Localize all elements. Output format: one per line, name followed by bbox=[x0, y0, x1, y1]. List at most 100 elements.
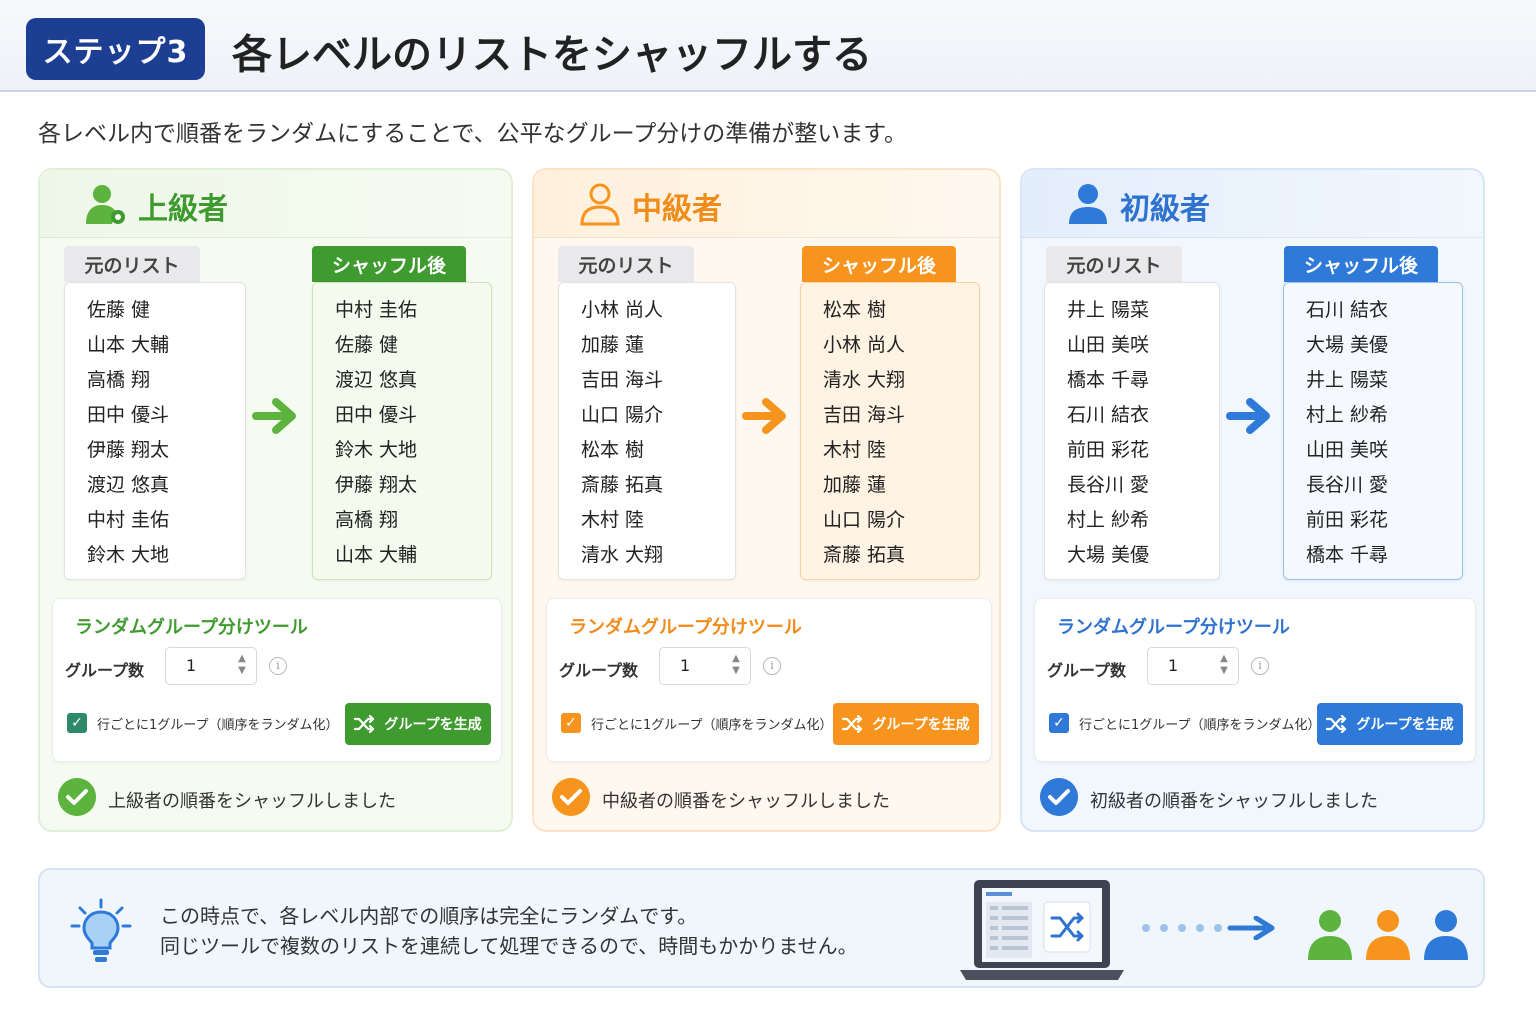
user-icon bbox=[1069, 184, 1107, 224]
list-item: 吉田 海斗 bbox=[581, 369, 664, 391]
status-message: 上級者の順番をシャッフルしました bbox=[108, 791, 396, 812]
user-outline-icon bbox=[580, 183, 620, 226]
original-list-label: 元のリスト bbox=[558, 246, 694, 282]
list-item: 加藤 蓮 bbox=[581, 334, 645, 356]
generate-button-label: グループを生成 bbox=[384, 717, 482, 733]
list-item: 大場 美優 bbox=[1067, 544, 1150, 566]
list-item: 山口 陽介 bbox=[823, 509, 906, 531]
list-item: 佐藤 健 bbox=[87, 299, 151, 321]
group-count-label: グループ数 bbox=[559, 661, 639, 680]
person-icon bbox=[1424, 910, 1468, 960]
list-item: 大場 美優 bbox=[1306, 334, 1389, 356]
shuffle-icon bbox=[354, 715, 375, 733]
list-item: 石川 結衣 bbox=[1067, 404, 1150, 426]
list-item: 中村 圭佑 bbox=[87, 509, 170, 531]
group-count-value: 1 bbox=[186, 656, 197, 675]
generate-groups-button[interactable]: グループを生成 bbox=[345, 703, 491, 745]
group-tool: ランダムグループ分けツール グループ数 1 ▲ ▼ i ✓ 行ごとに1グループ（順… bbox=[1034, 598, 1476, 762]
user-gear-icon bbox=[86, 185, 125, 224]
info-icon[interactable]: i bbox=[763, 657, 781, 675]
check-circle-icon bbox=[1040, 778, 1078, 816]
chevron-up-down-icon[interactable]: ▲ ▼ bbox=[1218, 653, 1230, 679]
list-item: 清水 大翔 bbox=[581, 544, 664, 566]
list-item: 木村 陸 bbox=[581, 509, 645, 531]
list-item: 山口 陽介 bbox=[581, 404, 664, 426]
list-item: 山本 大輔 bbox=[335, 544, 418, 566]
generate-button-label: グループを生成 bbox=[872, 717, 970, 733]
check-circle-icon bbox=[58, 778, 96, 816]
level-panel: 初級者 元のリスト シャッフル後 井上 陽菜 山田 美咲 橋本 千尋 石川 結衣 前田 … bbox=[1020, 168, 1485, 832]
level-panel: 上級者 元のリスト シャッフル後 佐藤 健山本 大輔 高橋 翔 田中 優斗伊藤 翔太… bbox=[38, 168, 513, 832]
list-item: 前田 彩花 bbox=[1306, 509, 1389, 531]
list-item: 加藤 蓮 bbox=[823, 474, 887, 496]
group-count-stepper[interactable]: 1 ▲ ▼ bbox=[659, 647, 751, 685]
checkbox-label: 行ごとに1グループ（順序をランダム化） bbox=[591, 718, 833, 733]
level-header: 初級者 bbox=[1022, 170, 1483, 238]
status-message: 中級者の順番をシャッフルしました bbox=[602, 791, 890, 812]
chevron-up-down-icon[interactable]: ▲ ▼ bbox=[730, 653, 742, 679]
shuffled-list-label: シャッフル後 bbox=[1284, 246, 1438, 282]
tool-title: ランダムグループ分けツール bbox=[569, 617, 802, 638]
generate-groups-button[interactable]: グループを生成 bbox=[833, 703, 979, 745]
header: ステップ3 各レベルのリストをシャッフルする bbox=[0, 0, 1536, 92]
group-count-stepper[interactable]: 1 ▲ ▼ bbox=[165, 647, 257, 685]
group-count-value: 1 bbox=[1168, 656, 1179, 675]
level-title: 中級者 bbox=[632, 192, 722, 227]
group-count-label: グループ数 bbox=[1047, 661, 1127, 680]
tool-title: ランダムグループ分けツール bbox=[75, 617, 308, 638]
level-header: 上級者 bbox=[40, 170, 511, 238]
original-list-label: 元のリスト bbox=[1046, 246, 1182, 282]
status-message: 初級者の順番をシャッフルしました bbox=[1090, 791, 1378, 812]
list-item: 佐藤 健 bbox=[335, 334, 399, 356]
group-count-stepper[interactable]: 1 ▲ ▼ bbox=[1147, 647, 1239, 685]
list-item: 小林 尚人 bbox=[581, 299, 664, 321]
info-icon[interactable]: i bbox=[269, 657, 287, 675]
tool-title: ランダムグループ分けツール bbox=[1057, 617, 1290, 638]
info-icon[interactable]: i bbox=[1251, 657, 1269, 675]
lightbulb-icon bbox=[70, 898, 132, 962]
list-item: 伊藤 翔太 bbox=[335, 474, 418, 496]
list-item: 村上 紗希 bbox=[1067, 509, 1150, 531]
shuffled-list: 石川 結衣 大場 美優 井上 陽菜 村上 紗希 山田 美咲 長谷川 愛前田 彩花 橋本 千尋 bbox=[1283, 282, 1463, 580]
list-item: 井上 陽菜 bbox=[1306, 369, 1389, 391]
list-item: 井上 陽菜 bbox=[1067, 299, 1150, 321]
chevron-up-down-icon[interactable]: ▲ ▼ bbox=[236, 653, 248, 679]
list-item: 木村 陸 bbox=[823, 439, 887, 461]
shuffled-list-label: シャッフル後 bbox=[802, 246, 956, 282]
check-circle-icon bbox=[552, 778, 590, 816]
arrow-right-icon bbox=[742, 398, 786, 434]
note-line-2: 同じツールで複数のリストを連続して処理できるので、時間もかかりません。 bbox=[160, 934, 858, 958]
laptop-icon bbox=[960, 880, 1124, 980]
generate-groups-button[interactable]: グループを生成 bbox=[1317, 703, 1463, 745]
list-item: 長谷川 愛 bbox=[1067, 474, 1150, 496]
randomize-checkbox[interactable]: ✓ bbox=[561, 713, 581, 733]
group-count-value: 1 bbox=[680, 656, 691, 675]
list-item: 小林 尚人 bbox=[823, 334, 906, 356]
original-list: 井上 陽菜 山田 美咲 橋本 千尋 石川 結衣 前田 彩花 長谷川 愛村上 紗希 大場 美優 bbox=[1044, 282, 1220, 580]
list-item: 伊藤 翔太 bbox=[87, 439, 170, 461]
list-item: 渡辺 悠真 bbox=[335, 369, 418, 391]
original-list-label: 元のリスト bbox=[64, 246, 200, 282]
list-item: 田中 優斗 bbox=[335, 404, 418, 426]
list-item: 橋本 千尋 bbox=[1306, 544, 1389, 566]
original-list: 小林 尚人 加藤 蓮吉田 海斗 山口 陽介 松本 樹斎藤 拓真 木村 陸清水 大翔 bbox=[558, 282, 736, 580]
person-icon bbox=[1308, 910, 1352, 960]
list-item: 中村 圭佑 bbox=[335, 299, 418, 321]
level-title: 初級者 bbox=[1120, 192, 1210, 227]
list-item: 鈴木 大地 bbox=[87, 544, 170, 566]
list-item: 村上 紗希 bbox=[1306, 404, 1389, 426]
summary-note: この時点で、各レベル内部での順序は完全にランダムです。 同じツールで複数のリスト… bbox=[38, 868, 1485, 988]
randomize-checkbox[interactable]: ✓ bbox=[1049, 713, 1069, 733]
list-item: 鈴木 大地 bbox=[335, 439, 418, 461]
list-item: 前田 彩花 bbox=[1067, 439, 1150, 461]
checkbox-label: 行ごとに1グループ（順序をランダム化） bbox=[97, 718, 339, 733]
note-line-1: この時点で、各レベル内部での順序は完全にランダムです。 bbox=[160, 904, 698, 928]
shuffled-list-label: シャッフル後 bbox=[312, 246, 466, 282]
group-tool: ランダムグループ分けツール グループ数 1 ▲ ▼ i ✓ 行ごとに1グループ（順… bbox=[52, 598, 502, 762]
level-panel: 中級者 元のリスト シャッフル後 小林 尚人 加藤 蓮吉田 海斗 山口 陽介 松本 樹… bbox=[532, 168, 1001, 832]
list-item: 斎藤 拓真 bbox=[823, 544, 906, 566]
list-item: 高橋 翔 bbox=[335, 509, 399, 531]
list-item: 斎藤 拓真 bbox=[581, 474, 664, 496]
randomize-checkbox[interactable]: ✓ bbox=[67, 713, 87, 733]
list-item: 松本 樹 bbox=[823, 299, 887, 321]
